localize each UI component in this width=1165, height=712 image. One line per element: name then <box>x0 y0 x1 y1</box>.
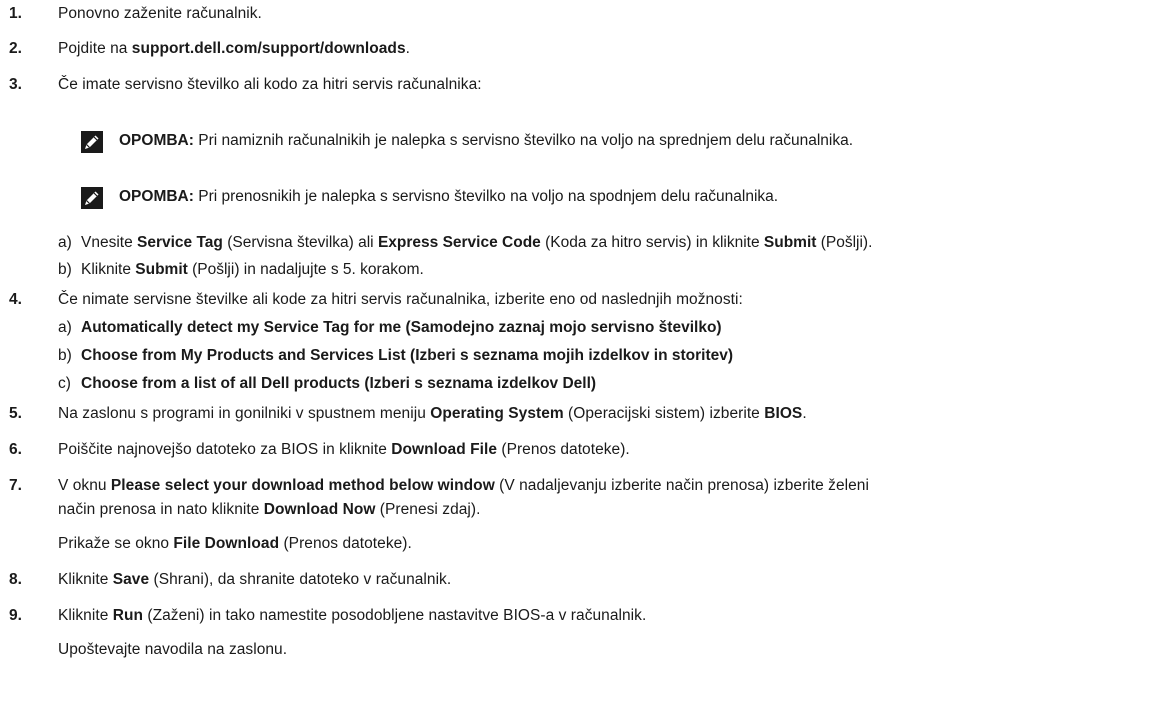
text-run: Pojdite na <box>58 40 132 57</box>
text-run: (Shrani), da shranite datoteko v računal… <box>149 571 452 588</box>
step-number: 9. <box>9 607 22 624</box>
step-number: 6. <box>9 441 22 458</box>
pencil-note-icon <box>81 187 103 209</box>
step-text: Poiščite najnovejšo datoteko za BIOS in … <box>58 440 630 460</box>
substep-label: b) <box>58 261 72 278</box>
substep-text: Vnesite Service Tag (Servisna številka) … <box>81 233 872 253</box>
step-number: 5. <box>9 405 22 422</box>
step-result-text: Prikaže se okno File Download (Prenos da… <box>58 534 412 554</box>
pencil-note-icon <box>81 131 103 153</box>
bold-text-run: BIOS <box>764 405 803 422</box>
step-text: Kliknite Run (Zaženi) in tako namestite … <box>58 606 646 626</box>
substep-label: a) <box>58 319 72 336</box>
text-run: (Servisna številka) ali <box>222 234 378 251</box>
text-run: (Pošlji). <box>816 234 873 251</box>
substep-text: Choose from My Products and Services Lis… <box>81 346 733 366</box>
note-text: OPOMBA: Pri namiznih računalnikih je nal… <box>119 131 853 151</box>
step-text: Kliknite Save (Shrani), da shranite dato… <box>58 570 451 590</box>
bold-text-run: support.dell.com/support/downloads <box>131 40 406 57</box>
step-text: Ponovno zaženite računalnik. <box>58 4 262 24</box>
text-run: Ponovno zaženite računalnik. <box>58 5 262 22</box>
note-body: Pri prenosnikih je nalepka s servisno št… <box>193 188 779 205</box>
text-run: Poiščite najnovejšo datoteko za BIOS in … <box>58 441 392 458</box>
bold-text-run: Download File <box>391 441 498 458</box>
substep-text: Choose from a list of all Dell products … <box>81 374 596 394</box>
bold-text-run: Save <box>112 571 150 588</box>
text-run: (Pošlji) in nadaljujte s 5. korakom. <box>187 261 424 278</box>
bold-text-run: Submit <box>763 234 817 251</box>
text-run: (Operacijski sistem) izberite <box>563 405 765 422</box>
text-run: V oknu <box>58 477 111 494</box>
step-text: Na zaslonu s programi in gonilniki v spu… <box>58 404 807 424</box>
bold-text-run: Choose from My Products and Services Lis… <box>81 347 734 364</box>
step-text: Če imate servisno številko ali kodo za h… <box>58 75 482 95</box>
text-run: (Prenos datoteke). <box>497 441 630 458</box>
text-run: . <box>405 40 410 57</box>
step-text: Če nimate servisne številke ali kode za … <box>58 290 743 310</box>
text-run: Če nimate servisne številke ali kode za … <box>58 291 743 308</box>
bold-text-run: Operating System <box>430 405 564 422</box>
text-run: Vnesite <box>81 234 138 251</box>
step-result-text: Upoštevajte navodila na zaslonu. <box>58 640 287 660</box>
bold-text-run: Download Now <box>263 501 376 518</box>
text-run: Upoštevajte navodila na zaslonu. <box>58 641 288 658</box>
substep-label: b) <box>58 347 72 364</box>
step-number: 2. <box>9 40 22 57</box>
bold-text-run: Express Service Code <box>377 234 541 251</box>
text-run: (Prenos datoteke). <box>279 535 412 552</box>
note-label: OPOMBA: <box>119 188 194 205</box>
substep-label: a) <box>58 234 72 251</box>
text-run: Prikaže se okno <box>58 535 174 552</box>
step-text: V oknu Please select your download metho… <box>58 476 869 496</box>
text-run: Kliknite <box>81 261 136 278</box>
text-run: način prenosa in nato kliknite <box>58 501 264 518</box>
note-body: Pri namiznih računalnikih je nalepka s s… <box>193 132 854 149</box>
substep-text: Automatically detect my Service Tag for … <box>81 318 722 338</box>
bold-text-run: Automatically detect my Service Tag for … <box>81 319 722 336</box>
text-run: Kliknite <box>58 607 113 624</box>
step-number: 8. <box>9 571 22 588</box>
bold-text-run: Run <box>112 607 144 624</box>
note-text: OPOMBA: Pri prenosnikih je nalepka s ser… <box>119 187 778 207</box>
step-number: 1. <box>9 5 22 22</box>
substep-text: Kliknite Submit (Pošlji) in nadaljujte s… <box>81 260 424 280</box>
text-run: (Zaženi) in tako namestite posodobljene … <box>143 607 647 624</box>
step-number: 4. <box>9 291 22 308</box>
bold-text-run: Service Tag <box>137 234 223 251</box>
note-label: OPOMBA: <box>119 132 194 149</box>
text-run: . <box>802 405 807 422</box>
text-run: Kliknite <box>58 571 113 588</box>
bold-text-run: Please select your download method below… <box>110 477 495 494</box>
step-text-continued: način prenosa in nato kliknite Download … <box>58 500 480 520</box>
text-run: Če imate servisno številko ali kodo za h… <box>58 76 482 93</box>
bold-text-run: Choose from a list of all Dell products … <box>81 375 597 392</box>
instructions-page: 1. Ponovno zaženite računalnik. 2. Pojdi… <box>0 0 1165 712</box>
bold-text-run: File Download <box>173 535 280 552</box>
step-number: 3. <box>9 76 22 93</box>
step-text: Pojdite na support.dell.com/support/down… <box>58 39 410 59</box>
text-run: (Prenesi zdaj). <box>375 501 481 518</box>
text-run: (Koda za hitro servis) in kliknite <box>540 234 764 251</box>
text-run: (V nadaljevanju izberite način prenosa) … <box>494 477 869 494</box>
text-run: Na zaslonu s programi in gonilniki v spu… <box>58 405 431 422</box>
step-number: 7. <box>9 477 22 494</box>
substep-label: c) <box>58 375 71 392</box>
bold-text-run: Submit <box>135 261 188 278</box>
